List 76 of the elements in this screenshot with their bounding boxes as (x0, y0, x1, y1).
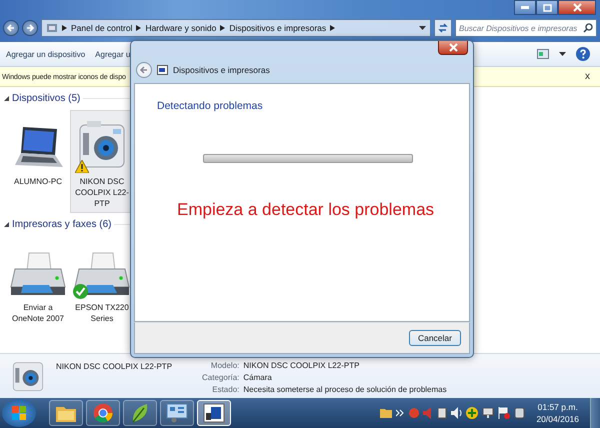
toolbar-button[interactable]: Agregar un dispositivo (6, 50, 86, 58)
windows-logo-icon (11, 405, 27, 421)
property-label: Estado: (211, 385, 240, 394)
close-icon (448, 43, 458, 52)
device-tray-icon[interactable] (437, 407, 448, 419)
back-button[interactable] (3, 20, 19, 36)
show-desktop-button[interactable] (590, 398, 600, 428)
close-button[interactable] (558, 0, 596, 15)
network-icon[interactable] (482, 407, 494, 419)
close-button[interactable] (438, 41, 468, 55)
control-panel-icon (166, 403, 188, 423)
chevron-icon (136, 25, 142, 31)
property-label: Categoría: (202, 373, 240, 382)
close-info-bar-button[interactable]: x (585, 71, 590, 82)
control-panel-icon (46, 22, 58, 34)
device-item[interactable]: ALUMNO-PC (6, 110, 70, 213)
device-item[interactable]: EPSON TX220 Series (70, 236, 134, 328)
collapse-icon[interactable] (4, 222, 9, 227)
clock-date: 20/04/2016 (536, 413, 579, 425)
device-label: ALUMNO-PC (14, 176, 62, 187)
back-arrow-icon (139, 65, 149, 75)
devices-icon (157, 65, 168, 75)
property-value: NIKON DSC COOLPIX L22-PTP (243, 361, 360, 370)
forward-button[interactable] (22, 20, 38, 36)
device-label: NIKON DSC COOLPIX L22-PTP (74, 176, 130, 209)
device-label: EPSON TX220 Series (74, 302, 130, 324)
clock[interactable]: 01:57 p.m. 20/04/2016 (536, 401, 579, 425)
search-field[interactable]: Buscar Dispositivos e impresoras (455, 19, 597, 37)
cancel-button[interactable]: Cancelar (408, 330, 461, 346)
breadcrumb-item[interactable]: Hardware y sonido (145, 23, 216, 33)
device-label: Enviar a OneNote 2007 (10, 302, 66, 324)
address-field[interactable]: Panel de control Hardware y sonido Dispositivos e impresoras (41, 19, 431, 37)
chevron-icon (220, 25, 226, 31)
annotation-text: Empieza a detectar los problemas (177, 200, 436, 220)
folder-icon[interactable] (380, 407, 392, 419)
close-icon (572, 3, 582, 12)
toolbar-button[interactable]: Agregar u (95, 50, 130, 58)
maximize-button[interactable] (536, 0, 558, 15)
dialog-heading: Detectando problemas (157, 100, 264, 112)
property-label: Modelo: (210, 361, 240, 370)
chevron-icon (62, 25, 67, 31)
volume-icon[interactable] (451, 407, 462, 419)
collapse-icon[interactable] (4, 96, 9, 101)
maximize-icon (542, 4, 552, 12)
taskbar-app-button[interactable] (197, 400, 231, 426)
view-icon[interactable] (537, 49, 549, 59)
refresh-icon (438, 23, 448, 33)
property-value: Necesita someterse al proceso de solución de problemas (243, 385, 447, 394)
chevron-icon (330, 25, 336, 31)
refresh-button[interactable] (434, 19, 452, 37)
clock-time: 01:57 p.m. (538, 401, 578, 413)
minimize-icon (521, 6, 529, 9)
tray-app-icon[interactable] (514, 407, 526, 419)
back-arrow-icon (6, 23, 16, 33)
dropdown-caret-icon[interactable] (559, 52, 566, 56)
dialog-title: Dispositivos e impresoras (173, 65, 270, 75)
device-item[interactable]: Enviar a OneNote 2007 (6, 236, 70, 328)
leaf-icon (130, 402, 150, 424)
dropdown-caret-icon (419, 26, 426, 30)
breadcrumb-item[interactable]: Dispositivos e impresoras (229, 23, 326, 33)
group-header[interactable]: Dispositivos (5) (12, 93, 80, 104)
help-icon[interactable] (576, 47, 590, 61)
start-button[interactable] (2, 399, 36, 427)
taskbar-app-button[interactable] (86, 400, 120, 426)
window-icon (203, 403, 225, 423)
group-header[interactable]: Impresoras y faxes (6) (12, 219, 112, 230)
forward-arrow-icon (25, 23, 35, 33)
plus-circle-icon[interactable] (466, 407, 478, 419)
property-value: Cámara (243, 373, 273, 382)
chrome-like-icon (93, 403, 113, 423)
double-chevron-icon[interactable] (396, 409, 404, 417)
minimize-button[interactable] (514, 0, 536, 15)
flag-error-icon[interactable] (498, 407, 510, 419)
search-icon (583, 23, 593, 33)
breadcrumb-item[interactable]: Panel de control (71, 23, 132, 33)
device-name: NIKON DSC COOLPIX L22-PTP (56, 361, 172, 373)
